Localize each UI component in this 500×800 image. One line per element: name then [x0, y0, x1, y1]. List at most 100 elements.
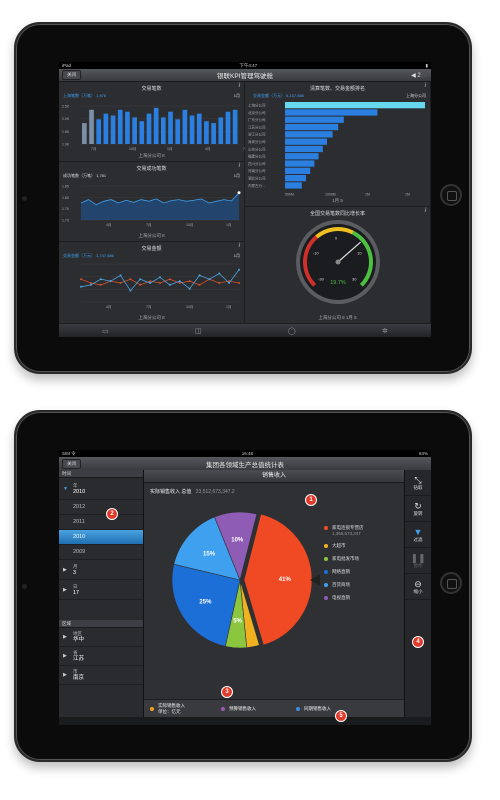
- x-tick-label: 1M: [365, 193, 370, 197]
- data-point: [89, 282, 92, 284]
- bar: [89, 109, 94, 144]
- filter-button[interactable]: ▼ 过滤: [405, 522, 431, 548]
- bar: [161, 117, 166, 144]
- data-point: [178, 282, 181, 284]
- legend-item[interactable]: 电视直销: [324, 595, 404, 601]
- legend-item[interactable]: 网络直销: [324, 569, 404, 575]
- gauge-tick-label: -30: [318, 276, 325, 281]
- x-tick-label: 4月: [106, 304, 111, 309]
- province-filter[interactable]: ▶ 省 江苏: [59, 647, 143, 666]
- x-tick-label: 4月: [205, 146, 210, 151]
- bar: [182, 109, 188, 144]
- expand-right-icon: ▶: [63, 653, 67, 659]
- x-tick-label: 1月: [226, 222, 231, 227]
- expand-right-icon: ▶: [63, 586, 67, 593]
- expand-down-icon: ▼: [63, 485, 68, 492]
- measure-dot: [296, 706, 300, 711]
- x-tick-label: 1月: [226, 304, 231, 309]
- pause-button[interactable]: ❚❚ 暂停: [405, 548, 431, 574]
- data-point: [188, 287, 191, 290]
- x-tick-label: 1M: [405, 193, 410, 197]
- area-chart-success: 1.85 1.80 1.75 1.70 4月 7月 10月 1月: [62, 185, 241, 227]
- summary-value: 23,512,673,347.2: [195, 489, 235, 495]
- year-option-2011[interactable]: 2011: [59, 515, 143, 530]
- panel-transaction-amount[interactable]: 交易金额 i 交易金额（万元） 3,747,886 1月 4月 7月 10月 1月 上…: [59, 242, 245, 324]
- measure-label: 实际销售收入: [158, 702, 185, 708]
- x-tick-label: 7月: [146, 304, 151, 309]
- zoom-out-button[interactable]: ⊖ 缩小: [405, 574, 431, 600]
- prev-page-icon[interactable]: ◀: [411, 73, 416, 79]
- data-point: [218, 272, 221, 275]
- legend-value: 1,365,573,347: [332, 531, 361, 536]
- area-filter[interactable]: ▶ 地区 华中: [59, 628, 143, 647]
- data-point: [188, 280, 191, 283]
- status-bar: SIM 令 16:48 84%: [59, 450, 431, 457]
- panel-growth-gauge[interactable]: 全国交易笔数同比增长率 i -30 -10 0 10 30 19.7% 上海分公司 8 1…: [245, 207, 431, 324]
- kpi-dashboard-screen: iPad 下午4:47 ▮ 关闭 银联KPI管理驾驶舱 ◀ 2 ▷ 交易笔数 i…: [59, 62, 431, 337]
- book-icon[interactable]: ◫: [195, 327, 202, 335]
- callout-badge-5: 5: [335, 710, 347, 722]
- legend-item[interactable]: 家电连锁专营店 1,365,573,347: [324, 525, 404, 536]
- circle-icon[interactable]: ◯: [288, 327, 296, 335]
- x-tick-label: 7月: [91, 146, 96, 151]
- panel-success-count[interactable]: 交易成功笔数 i 成功笔数（万笔） 1,781 1月 1.85 1.80 1.75 1…: [59, 162, 245, 242]
- message-icon[interactable]: ▭: [102, 327, 109, 335]
- year-filter[interactable]: ▼ 年 2010: [59, 478, 143, 500]
- time-section-header: 时间: [59, 470, 143, 478]
- measure-actual[interactable]: 实际销售收入 单位：亿元: [150, 703, 185, 715]
- tablet-frame-top: iPad 下午4:47 ▮ 关闭 银联KPI管理驾驶舱 ◀ 2 ▷ 交易笔数 i…: [14, 22, 472, 374]
- measure-budget[interactable]: 预算销售收入: [221, 706, 256, 712]
- x-tick-label: 10月: [186, 222, 193, 227]
- gauge-value: 19.7%: [330, 280, 346, 286]
- summary-label: 实际销售收入 总值: [150, 489, 192, 495]
- row-label: 湖北分公司: [248, 176, 266, 181]
- y-tick-label: 1.80: [62, 196, 69, 200]
- legend-dot: [324, 569, 328, 574]
- legend-item[interactable]: 百货商场: [324, 582, 404, 588]
- legend-item[interactable]: 大超市: [324, 543, 404, 549]
- data-point: [139, 278, 142, 281]
- row-label: 北京分公司: [248, 110, 266, 115]
- drill-button[interactable]: ⤡ 钻取: [405, 470, 431, 496]
- page-number: 2: [417, 73, 421, 79]
- filter-sidebar: 时间 ▼ 年 2010 2012 2011 2010 2009 ▶ 月 3 ▶ …: [59, 470, 144, 717]
- legend-label: 网络直销: [332, 569, 350, 574]
- region-section-header: 区域: [59, 620, 143, 628]
- city-filter[interactable]: ▶ 市 南京: [59, 666, 143, 685]
- data-point: [99, 278, 102, 281]
- panel-ranking[interactable]: 清算笔数、交易金额排名 i 交易金额（万元） 6,157,886 上海分公司 上…: [245, 82, 431, 207]
- day-filter[interactable]: ▶ 日 17: [59, 580, 143, 600]
- pie-legend: 家电连锁专营店 1,365,573,347 大超市家电批发市场网络直销百货商场电视直…: [324, 525, 404, 608]
- legend-item[interactable]: 家电批发市场: [324, 556, 404, 562]
- year-option-2012[interactable]: 2012: [59, 500, 143, 515]
- gauge-chart: -30-100103019.7%: [296, 220, 380, 304]
- x-tick-label: 10月: [186, 304, 193, 309]
- data-point: [198, 283, 201, 286]
- month-filter[interactable]: ▶ 月 3: [59, 560, 143, 580]
- panel-transaction-count[interactable]: 交易笔数 i 上海笔数（万笔） 1,976 1月 2.5K 2.0K 1.5K 1.0…: [59, 82, 245, 162]
- callout-badge-3: 3: [221, 686, 233, 698]
- bar: [285, 131, 333, 138]
- year-option-2009[interactable]: 2009: [59, 545, 143, 560]
- year-option-2010[interactable]: 2010: [59, 530, 143, 545]
- y-tick-label: 2.5K: [62, 105, 70, 109]
- close-button[interactable]: 关闭: [62, 70, 81, 80]
- home-button[interactable]: [440, 572, 462, 594]
- y-tick-label: 1.70: [62, 219, 69, 223]
- home-button[interactable]: [440, 184, 462, 206]
- rotate-button[interactable]: ↻ 旋转: [405, 496, 431, 522]
- data-point: [89, 283, 92, 286]
- close-button[interactable]: 关闭: [62, 458, 81, 469]
- next-page-icon[interactable]: ▷: [422, 73, 427, 79]
- bar: [196, 113, 202, 144]
- bar: [285, 182, 302, 189]
- settings-icon[interactable]: ✲: [382, 327, 388, 335]
- y-tick-label: 2.0K: [62, 117, 70, 121]
- measure-previous[interactable]: 同期销售收入: [296, 706, 331, 712]
- legend-dot: [324, 556, 328, 561]
- area-fill: [81, 192, 239, 220]
- row-label: 四川分公司: [248, 161, 266, 166]
- row-label: 内蒙古分...: [248, 183, 265, 188]
- slice-label: 15%: [203, 551, 216, 557]
- y-tick-label: 1.75: [62, 207, 69, 211]
